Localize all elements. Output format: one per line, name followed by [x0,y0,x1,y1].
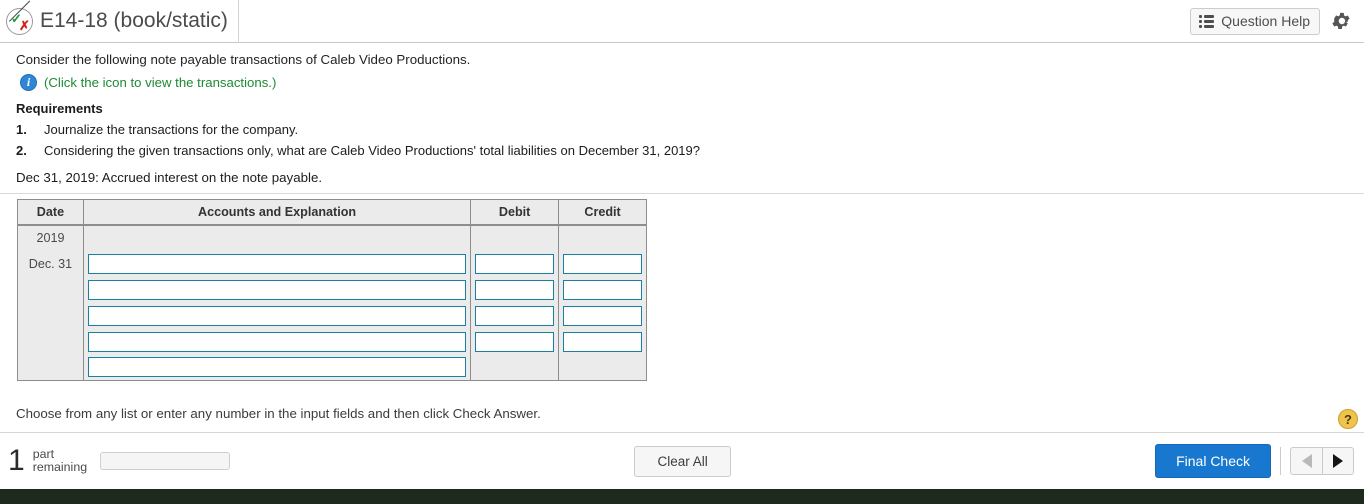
progress-bar [100,452,231,470]
parts-remaining-label-line1: part [32,447,55,461]
debit-input-4[interactable] [475,331,555,352]
info-icon[interactable] [20,74,37,91]
credit-input-2[interactable] [563,279,642,300]
credit-cell [558,328,647,355]
debit-cell [470,276,560,303]
table-row [17,276,647,303]
debit-input-1[interactable] [475,253,555,274]
table-header-row: Date Accounts and Explanation Debit Cred… [17,199,647,226]
next-button[interactable] [1322,447,1354,475]
debit-input-3[interactable] [475,305,555,326]
debit-cell [470,302,560,329]
requirement-number: 1. [16,122,27,137]
toolbar-right: Final Check [1155,444,1364,478]
transaction-prompt: Dec 31, 2019: Accrued interest on the no… [16,170,323,185]
account-input-1[interactable] [87,253,467,274]
bottom-toolbar: 1 part remaining Clear All Final Check [0,433,1364,489]
triangle-right-icon [1333,454,1343,468]
date-day-cell: Dec. 31 [17,250,84,277]
question-help-button[interactable]: Question Help [1190,7,1320,35]
problem-body: Consider the following note payable tran… [0,43,1364,194]
journal-entry-table: Date Accounts and Explanation Debit Cred… [17,199,647,381]
accounts-cell [82,302,472,329]
debit-cell [470,328,560,355]
credit-input-4[interactable] [563,331,642,352]
explanation-cell [82,354,472,381]
date-cell-blank [17,328,84,355]
toolbar-divider [1280,447,1281,475]
nav-button-group [1290,447,1354,475]
account-input-3[interactable] [87,305,467,326]
debit-cell-empty [470,354,560,381]
credit-cell [558,250,647,277]
debit-cell-empty [470,224,560,251]
bottom-strip [0,489,1364,504]
debit-input-2[interactable] [475,279,555,300]
help-badge-icon[interactable]: ? [1338,409,1358,429]
parts-remaining-group: 1 part remaining [0,444,231,478]
parts-remaining-label-line2: remaining [32,460,88,474]
requirement-number: 2. [16,143,27,158]
parts-remaining-count: 1 [8,444,25,477]
list-icon [1199,14,1215,28]
table-row: 2019 [17,224,647,251]
requirement-text: Journalize the transactions for the comp… [44,122,299,137]
table-row [17,302,647,329]
requirement-text: Considering the given transactions only,… [44,143,700,158]
column-header-date: Date [17,199,84,226]
account-input-2[interactable] [87,279,467,300]
red-cross-glyph: ✗ [19,17,30,33]
gear-icon[interactable] [1330,10,1352,32]
credit-input-3[interactable] [563,305,642,326]
accounts-cell [82,328,472,355]
page-header: ✓ ✗ E14-18 (book/static) Question Help [0,0,1364,43]
accounts-cell [82,250,472,277]
date-cell-blank [17,276,84,303]
page-title: E14-18 (book/static) [40,9,228,32]
section-divider [0,193,1364,194]
credit-cell-empty [558,354,647,381]
instruction-note: Choose from any list or enter any number… [16,406,541,421]
check-cross-icon: ✓ ✗ [6,0,33,35]
problem-intro: Consider the following note payable tran… [16,52,471,67]
accounts-cell-empty [82,224,472,251]
table-row [17,354,647,381]
header-title-group: ✓ ✗ E14-18 (book/static) [0,0,239,43]
final-check-button[interactable]: Final Check [1155,444,1271,478]
transactions-icon-line: (Click the icon to view the transactions… [0,68,1364,91]
requirements-heading: Requirements [16,101,103,116]
credit-cell-empty [558,224,647,251]
credit-cell [558,276,647,303]
column-header-debit: Debit [470,199,560,226]
question-help-label: Question Help [1221,13,1310,29]
requirement-item: 2. Considering the given transactions on… [0,137,1364,158]
clear-all-button[interactable]: Clear All [634,445,731,477]
column-header-accounts: Accounts and Explanation [82,199,472,226]
debit-cell [470,250,560,277]
table-row: Dec. 31 [17,250,647,277]
date-cell-blank [17,302,84,329]
column-header-credit: Credit [558,199,647,226]
requirement-item: 1. Journalize the transactions for the c… [0,116,1364,137]
view-transactions-link[interactable]: (Click the icon to view the transactions… [44,75,276,90]
date-cell-blank [17,354,84,381]
credit-cell [558,302,647,329]
explanation-input[interactable] [87,357,467,378]
previous-button[interactable] [1290,447,1322,475]
triangle-left-icon [1301,454,1312,468]
account-input-4[interactable] [87,331,467,352]
credit-input-1[interactable] [563,253,642,274]
exercise-page: ✓ ✗ E14-18 (book/static) Question Help C… [0,0,1364,504]
date-year-cell: 2019 [17,224,84,251]
toolbar-center: Clear All [230,445,1155,477]
accounts-cell [82,276,472,303]
parts-remaining-label: part remaining [33,448,87,474]
table-row [17,328,647,355]
